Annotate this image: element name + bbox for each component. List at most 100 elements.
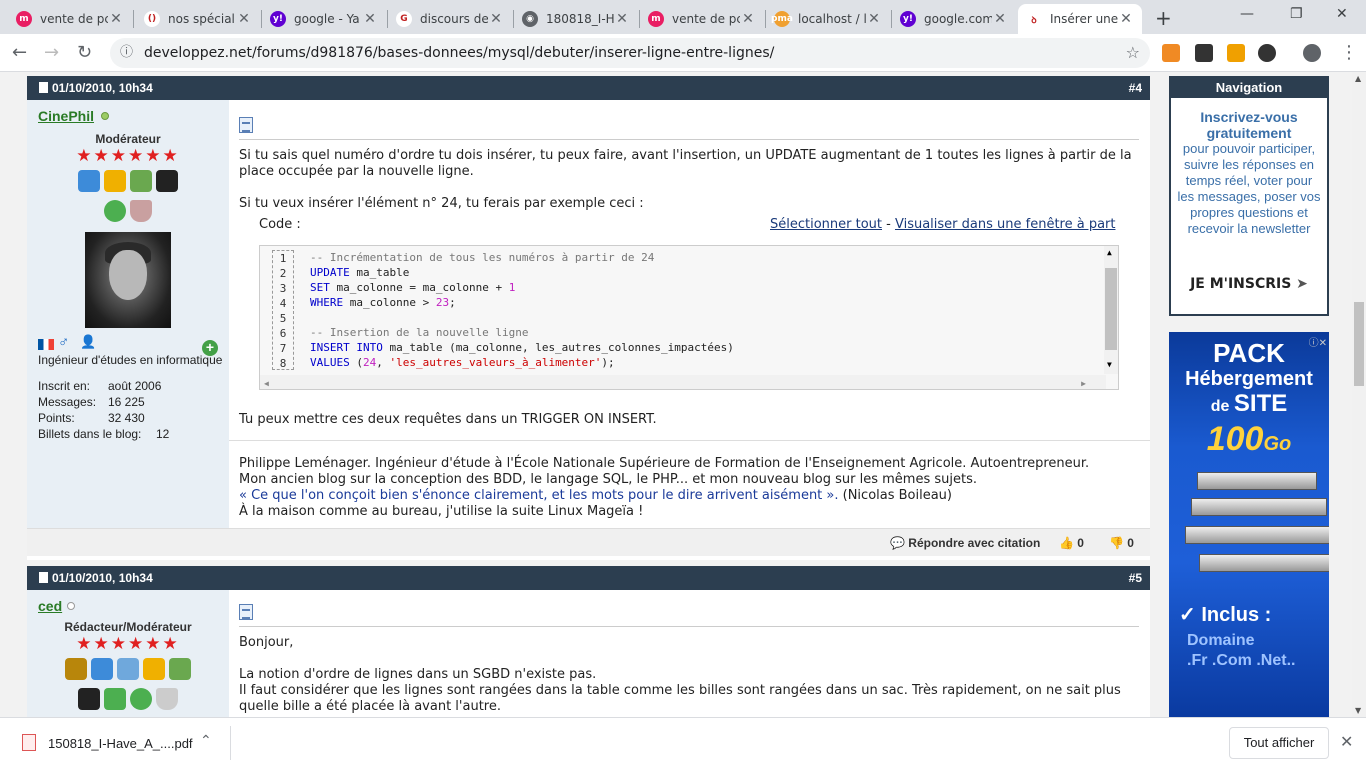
code-line: UPDATE ma_table — [310, 266, 410, 279]
profile-icon[interactable] — [1303, 44, 1321, 62]
close-icon[interactable]: ✕ — [1340, 732, 1353, 752]
select-all-link[interactable]: Sélectionner tout — [770, 217, 882, 232]
code-text: -- Incrémentation de tous les numéros à … — [310, 250, 734, 370]
tab-strip: m vente de pc ✕() nos spécialit ✕ y! google - … — [0, 0, 1366, 34]
browser-tab[interactable]: m vente de pc ✕ — [8, 4, 132, 34]
rss-badge-icon — [104, 200, 126, 222]
line-number: 8 — [279, 357, 287, 370]
site-info-icon[interactable]: ⓘ — [120, 38, 133, 68]
tab-close-icon[interactable]: ✕ — [1118, 11, 1134, 27]
download-bar: 150818_I-Have_A_....pdf ⌃ Tout afficher … — [0, 717, 1366, 768]
post-paragraph: Si tu veux insérer l'élément n° 24, tu f… — [239, 196, 644, 211]
signature: Philippe Leménager. Ingénieur d'étude à … — [239, 456, 1089, 520]
tab-close-icon[interactable]: ✕ — [108, 11, 124, 27]
browser-tab[interactable]: y! google.com ✕ — [892, 4, 1016, 34]
bookmark-star-icon[interactable]: ☆ — [1126, 38, 1140, 68]
quote-link[interactable]: « Ce que l'on conçoit bien s'énonce clai… — [239, 488, 839, 503]
forward-icon[interactable]: → — [44, 42, 59, 63]
address-bar[interactable]: ⓘ developpez.net/forums/d981876/bases-do… — [110, 38, 1150, 68]
post-number[interactable]: #5 — [1129, 566, 1142, 590]
user-info-row: Messages: 16 225 — [38, 394, 228, 410]
browser-tab[interactable]: m vente de pc ✕ — [640, 4, 764, 34]
user-icon: 👤 — [80, 334, 97, 349]
download-item[interactable]: 150818_I-Have_A_....pdf — [22, 734, 193, 751]
tab-close-icon[interactable]: ✕ — [488, 11, 504, 27]
signature-line: À la maison comme au bureau, j'utilise l… — [239, 504, 644, 519]
code-line: SET ma_colonne = ma_colonne + 1 — [310, 281, 516, 294]
new-tab-button[interactable]: + — [1155, 6, 1172, 30]
menu-icon[interactable]: ⋮ — [1340, 42, 1358, 63]
spelling-badge-icon — [130, 170, 152, 192]
post-date: 01/10/2010, 10h34 — [52, 81, 153, 95]
user-info-value: 12 — [156, 427, 170, 441]
browser-toolbar: ← → ↻ ⓘ developpez.net/forums/d981876/ba… — [0, 34, 1366, 72]
open-window-link[interactable]: Visualiser dans une fenêtre à part — [895, 217, 1116, 232]
tab-close-icon[interactable]: ✕ — [866, 11, 882, 27]
post-body: Bonjour, La notion d'ordre de lignes dan… — [239, 590, 1150, 717]
tab-close-icon[interactable]: ✕ — [740, 11, 756, 27]
user-role: Rédacteur/Modérateur — [64, 620, 192, 634]
line-number: 1 — [279, 252, 287, 265]
download-filename: 150818_I-Have_A_....pdf — [48, 736, 193, 751]
post-header: 01/10/2010, 10h34 #4 — [27, 76, 1150, 100]
url-text: developpez.net/forums/d981876/bases-donn… — [144, 45, 775, 61]
post-icon — [239, 604, 253, 620]
like-button[interactable]: 👍 0 — [1059, 536, 1084, 550]
username-link[interactable]: ced — [38, 598, 62, 614]
dislike-button[interactable]: 👎 0 — [1109, 536, 1134, 550]
close-window-icon[interactable]: ✕ — [1336, 6, 1348, 22]
show-all-button[interactable]: Tout afficher — [1229, 727, 1329, 759]
page-scrollbar[interactable]: ▲ ▼ — [1352, 72, 1366, 717]
badges-row — [27, 688, 229, 715]
keyboard-badge-icon — [156, 170, 178, 192]
minimize-icon[interactable]: — — [1240, 6, 1254, 22]
signup-button[interactable]: JE M'INSCRIS ➤ — [1171, 276, 1327, 292]
user-job: Ingénieur d'études en informatique — [38, 353, 223, 367]
post-date-icon — [39, 82, 48, 93]
code-line: -- Incrémentation de tous les numéros à … — [310, 251, 655, 264]
users-badge-icon — [91, 658, 113, 680]
extension-icon[interactable] — [1227, 44, 1245, 62]
ad-text: de SITE — [1210, 390, 1288, 417]
tab-close-icon[interactable]: ✕ — [362, 11, 378, 27]
code-vertical-scrollbar[interactable]: ▲ ▼ — [1104, 246, 1118, 374]
code-block[interactable]: 1 2 3 4 5 6 7 8 -- Incrémentation de tous les n… — [259, 245, 1119, 390]
maximize-icon[interactable]: ❐ — [1290, 6, 1303, 22]
user-info-label: Messages: — [38, 395, 97, 409]
extension-icon[interactable] — [1258, 44, 1276, 62]
chevron-up-icon[interactable]: ⌃ — [200, 732, 212, 749]
avatar — [85, 232, 171, 328]
post-number[interactable]: #4 — [1129, 76, 1142, 100]
offline-status-icon — [67, 602, 75, 610]
post-paragraph: Si tu sais quel numéro d'ordre tu dois i… — [239, 148, 1132, 179]
back-icon[interactable]: ← — [12, 42, 27, 63]
rss-badge-icon — [130, 688, 152, 710]
browser-tab[interactable]: () nos spécialit ✕ — [136, 4, 260, 34]
browser-tab[interactable]: Gdiscours de ✕ — [388, 4, 512, 34]
hosting-ad-banner[interactable]: ⓘ✕ PACK Hébergement de SITE 100Go ✓ Incl… — [1169, 332, 1329, 717]
tab-title: vente de pc — [672, 12, 740, 26]
reload-icon[interactable]: ↻ — [77, 42, 92, 63]
tab-close-icon[interactable]: ✕ — [236, 11, 252, 27]
page-content: 01/10/2010, 10h34 #4 CinePhil Modérateur… — [0, 72, 1352, 717]
tab-close-icon[interactable]: ✕ — [992, 11, 1008, 27]
browser-tab[interactable]: y! google - Ya ✕ — [262, 4, 386, 34]
line-number: 6 — [279, 327, 287, 340]
browser-tab[interactable]: ◉ 180818_I-H ✕ — [514, 4, 638, 34]
reply-with-quote-button[interactable]: 💬 Répondre avec citation — [890, 536, 1040, 550]
username-link[interactable]: CinePhil — [38, 108, 94, 124]
extension-icon[interactable] — [1162, 44, 1180, 62]
browser-tab[interactable]: ꝺ Insérer une ✕ — [1018, 4, 1142, 34]
signup-headline[interactable]: Inscrivez-vous gratuitement — [1176, 109, 1322, 141]
post: 01/10/2010, 10h34 #5 ced Rédacteur/Modér… — [27, 566, 1150, 717]
tab-favicon-icon: y! — [900, 11, 916, 27]
tab-close-icon[interactable]: ✕ — [614, 11, 630, 27]
extension-icon[interactable] — [1195, 44, 1213, 62]
pdf-file-icon — [22, 734, 36, 751]
browser-tab[interactable]: pma localhost / l ✕ — [766, 4, 890, 34]
ad-text: Hébergement — [1185, 368, 1313, 390]
tab-title: google.com — [924, 12, 992, 26]
post-date: 01/10/2010, 10h34 — [52, 571, 153, 585]
code-horizontal-scrollbar[interactable]: ◀ ▶ — [260, 375, 1106, 389]
server-illustration — [1185, 526, 1329, 544]
